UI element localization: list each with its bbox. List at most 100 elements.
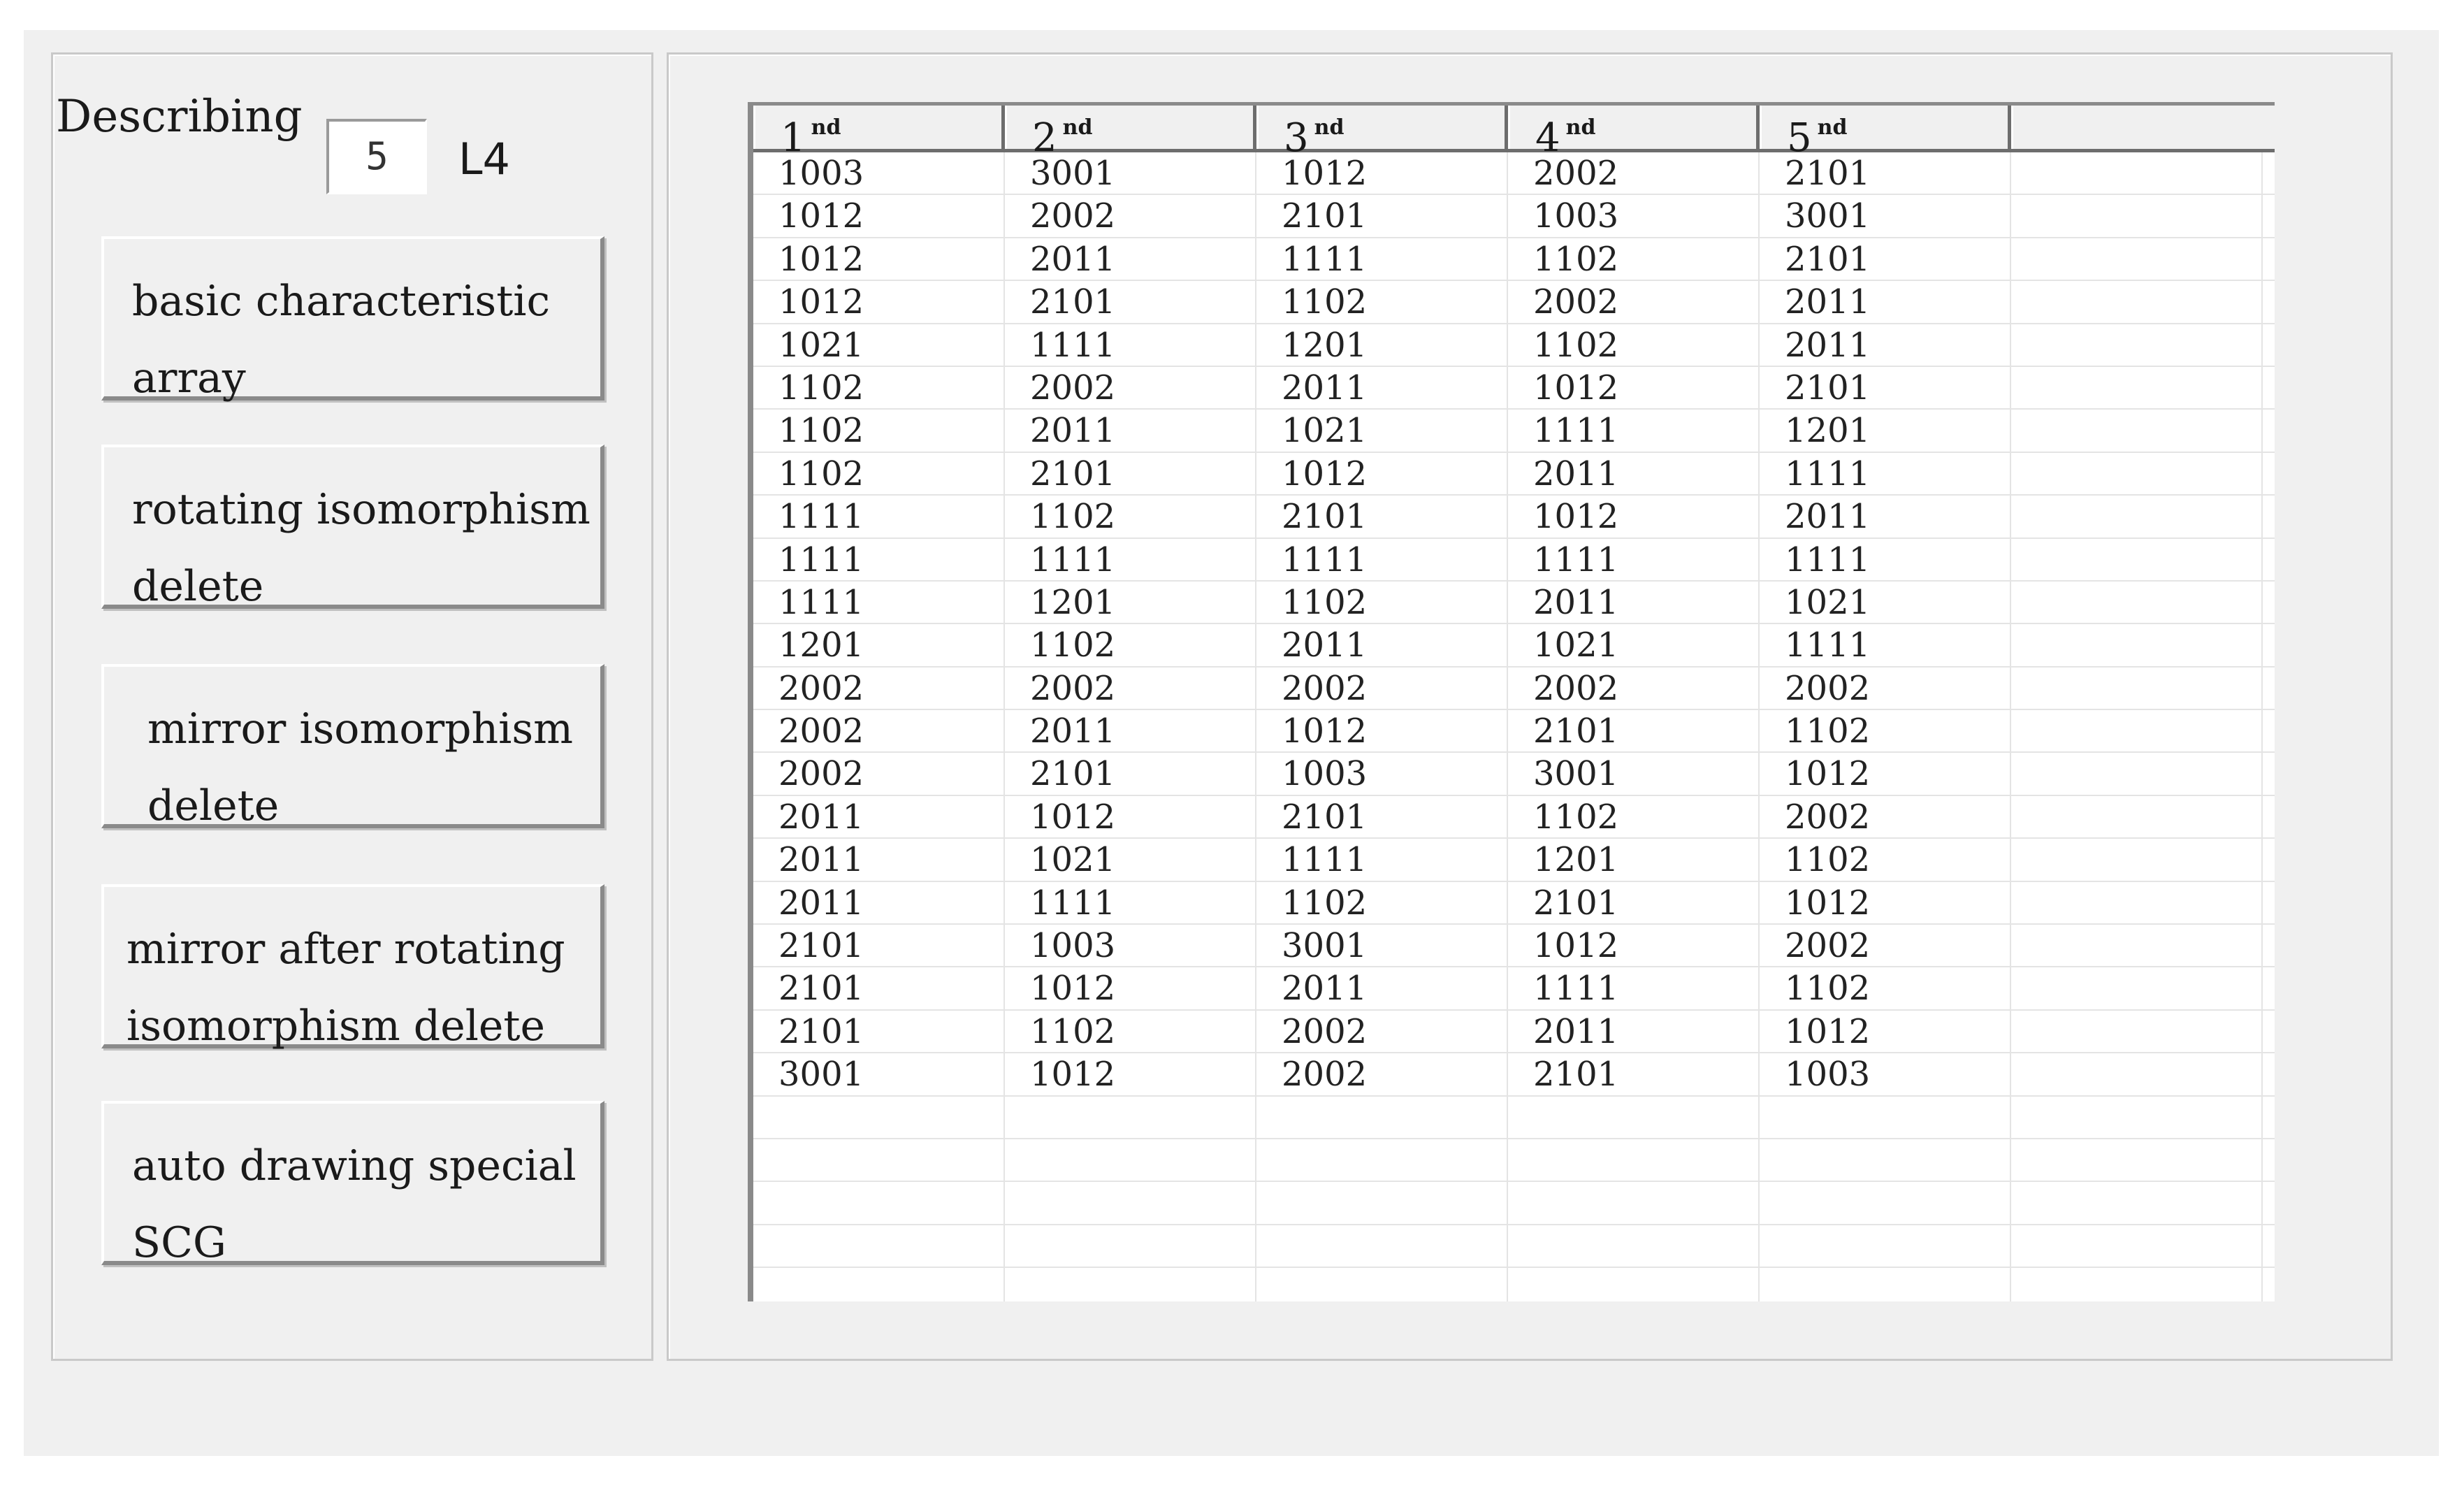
table-cell: 2002: [753, 667, 1005, 709]
table-cell: 1003: [1760, 1053, 2011, 1095]
table-cell: 2101: [1760, 238, 2011, 280]
table-cell: [2011, 967, 2263, 1009]
table-cell: 1012: [1256, 452, 1508, 495]
table-row-empty[interactable]: [753, 1268, 2275, 1301]
table-cell: [2011, 1268, 2263, 1301]
column-header-suffix: nd: [1817, 115, 1848, 140]
table-row[interactable]: 2002 2101 1003 3001 1012: [753, 753, 2275, 796]
table-row[interactable]: 1012 2002 2101 1003 3001: [753, 195, 2275, 238]
table-row-empty[interactable]: [753, 1225, 2275, 1269]
describing-count-input[interactable]: 5: [326, 119, 427, 194]
table-cell: 1111: [1256, 238, 1508, 280]
mirror-isomorphism-delete-button[interactable]: mirror isomorphism delete: [101, 664, 604, 830]
table-cell: 1102: [1508, 324, 1760, 366]
table-cell: 1012: [1760, 1010, 2011, 1053]
table-cell: 2002: [1508, 152, 1760, 194]
table-cell: [753, 1182, 1005, 1224]
table-row-empty[interactable]: [753, 1182, 2275, 1225]
button-label: rotating isomorphism delete: [132, 485, 590, 611]
table-cell: 2011: [1508, 1010, 1760, 1053]
table-row[interactable]: 1102 2101 1012 2011 1111: [753, 452, 2275, 496]
table-cell: 2011: [753, 795, 1005, 838]
table-cell: [1508, 1268, 1760, 1301]
table-cell: [1256, 1096, 1508, 1138]
table-cell: 1102: [1760, 710, 2011, 752]
table-cell: 1003: [1005, 925, 1256, 967]
table-cell: 2002: [1760, 795, 2011, 838]
table-cell: 1012: [1760, 753, 2011, 795]
column-header-suffix: nd: [1565, 115, 1596, 140]
rotating-isomorphism-delete-button[interactable]: rotating isomorphism delete: [101, 445, 604, 611]
table-row[interactable]: 2011 1021 1111 1201 1102: [753, 839, 2275, 882]
table-cell: 1111: [1508, 967, 1760, 1009]
table-row[interactable]: 1102 2011 1021 1111 1201: [753, 410, 2275, 453]
table-row[interactable]: 1021 1111 1201 1102 2011: [753, 324, 2275, 367]
table-cell: [2011, 581, 2263, 623]
table-row[interactable]: 1003 3001 1012 2002 2101: [753, 152, 2275, 196]
table-row[interactable]: 2101 1003 3001 1012 2002: [753, 925, 2275, 968]
results-table[interactable]: 1nd 2nd 3nd 4nd 5nd 1003 3001 1012 2002 2101 1012…: [748, 102, 2275, 1301]
describing-label: Describing: [56, 91, 303, 143]
table-row[interactable]: 1111 1111 1111 1111 1111: [753, 538, 2275, 582]
table-cell: [1256, 1225, 1508, 1267]
table-cell: 2101: [1256, 496, 1508, 538]
table-cell: [1005, 1182, 1256, 1224]
table-row[interactable]: 2002 2002 2002 2002 2002: [753, 667, 2275, 711]
table-cell: 1102: [1508, 795, 1760, 838]
table-row-empty[interactable]: [753, 1096, 2275, 1139]
table-cell: 2011: [753, 881, 1005, 924]
table-cell: [1508, 1182, 1760, 1224]
table-cell: 3001: [1005, 152, 1256, 194]
auto-drawing-special-scg-button[interactable]: auto drawing special SCG: [101, 1101, 604, 1267]
column-header-4[interactable]: 4nd: [1508, 106, 1760, 161]
table-row[interactable]: 1012 2011 1111 1102 2101: [753, 238, 2275, 282]
unit-label: L4: [458, 134, 510, 185]
table-cell: 1102: [1005, 1010, 1256, 1053]
table-row[interactable]: 3001 1012 2002 2101 1003: [753, 1053, 2275, 1097]
table-cell: [2011, 195, 2263, 237]
table-cell: [1005, 1139, 1256, 1181]
table-cell: [2011, 496, 2263, 538]
table-row[interactable]: 1111 1102 2101 1012 2011: [753, 496, 2275, 539]
table-cell: 1201: [753, 624, 1005, 666]
table-row[interactable]: 2101 1102 2002 2011 1012: [753, 1010, 2275, 1054]
table-cell: [1508, 1139, 1760, 1181]
column-header-5[interactable]: 5nd: [1760, 106, 2011, 161]
column-header-suffix: nd: [1062, 115, 1093, 140]
table-row[interactable]: 1102 2002 2011 1012 2101: [753, 366, 2275, 410]
table-cell: 1102: [1508, 238, 1760, 280]
table-cell: 1012: [753, 281, 1005, 323]
table-cell: [2011, 624, 2263, 666]
table-cell: [2011, 538, 2263, 580]
table-cell: 1012: [1508, 925, 1760, 967]
table-cell: 1111: [753, 496, 1005, 538]
table-row[interactable]: 1012 2101 1102 2002 2011: [753, 281, 2275, 324]
table-cell: [2011, 1139, 2263, 1181]
table-row[interactable]: 1201 1102 2011 1021 1111: [753, 624, 2275, 668]
column-header-3[interactable]: 3nd: [1256, 106, 1508, 161]
table-row[interactable]: 2011 1111 1102 2101 1012: [753, 881, 2275, 925]
button-label: basic characteristic array: [132, 277, 551, 403]
table-header: 1nd 2nd 3nd 4nd 5nd: [753, 106, 2275, 161]
column-header-filler: [2011, 106, 2263, 149]
table-cell: 2002: [1005, 366, 1256, 409]
column-header-1[interactable]: 1nd: [753, 106, 1005, 161]
table-row[interactable]: 2011 1012 2101 1102 2002: [753, 795, 2275, 839]
table-cell: 1012: [1005, 795, 1256, 838]
table-cell: 1111: [1256, 538, 1508, 580]
column-header-2[interactable]: 2nd: [1005, 106, 1256, 161]
table-cell: 2002: [1256, 667, 1508, 709]
table-cell: 2002: [1760, 667, 2011, 709]
table-cell: [2011, 839, 2263, 881]
basic-characteristic-array-button[interactable]: basic characteristic array: [101, 236, 604, 403]
table-cell: 2101: [753, 925, 1005, 967]
mirror-after-rotating-isomorphism-delete-button[interactable]: mirror after rotating isomorphism delete: [101, 884, 604, 1051]
table-row[interactable]: 2101 1012 2011 1111 1102: [753, 967, 2275, 1011]
table-row-empty[interactable]: [753, 1139, 2275, 1183]
table-cell: [2011, 238, 2263, 280]
table-row[interactable]: 1111 1201 1102 2011 1021: [753, 581, 2275, 625]
table-cell: 2011: [1508, 581, 1760, 623]
table-row[interactable]: 2002 2011 1012 2101 1102: [753, 710, 2275, 753]
table-cell: [2011, 452, 2263, 495]
button-label: mirror after rotating isomorphism delete: [126, 925, 565, 1051]
